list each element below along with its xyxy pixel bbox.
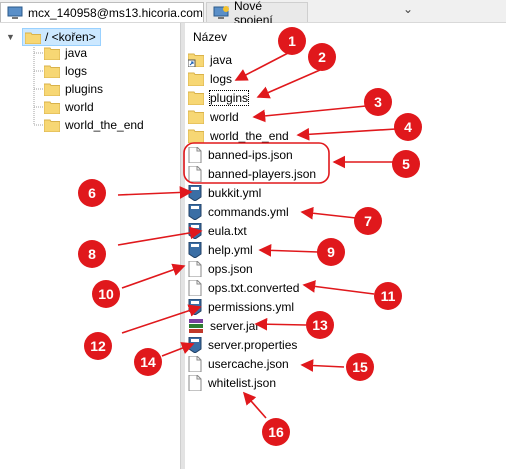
- file-icon: [188, 147, 202, 163]
- tree-item-java[interactable]: java: [44, 44, 87, 62]
- file-row-logs[interactable]: logs: [188, 70, 232, 88]
- file-name: world_the_end: [210, 129, 289, 143]
- folder-icon: [44, 101, 60, 114]
- config-file-icon: [188, 185, 202, 201]
- annotation-badge: 13: [306, 311, 334, 339]
- tree-item-label: java: [65, 46, 88, 60]
- file-row-banned-ips[interactable]: banned-ips.json: [188, 146, 293, 164]
- file-row-whitelist[interactable]: whitelist.json: [188, 374, 276, 392]
- folder-open-icon: [25, 32, 41, 44]
- tab-session-label: mcx_140958@ms13.hicoria.com: [28, 5, 203, 20]
- file-row-eula[interactable]: eula.txt: [188, 222, 247, 240]
- file-name: commands.yml: [208, 205, 289, 219]
- file-name: usercache.json: [208, 357, 289, 371]
- file-icon: [188, 375, 202, 391]
- collapse-icon[interactable]: ▼: [6, 32, 16, 42]
- annotation-badge: 3: [364, 88, 392, 116]
- file-name: logs: [210, 72, 233, 86]
- config-file-icon: [188, 337, 202, 353]
- column-header-name[interactable]: Název: [193, 30, 227, 44]
- file-name: whitelist.json: [208, 376, 277, 390]
- annotation-badge: 14: [134, 348, 162, 376]
- file-list: Název java logs plugins world world_the_…: [185, 23, 506, 469]
- file-name: banned-players.json: [208, 167, 317, 181]
- file-name: eula.txt: [208, 224, 247, 238]
- file-row-server-jar[interactable]: server.jar: [188, 317, 259, 335]
- file-name: world: [210, 110, 239, 124]
- file-name: bukkit.yml: [208, 186, 262, 200]
- config-file-icon: [188, 242, 202, 258]
- annotation-badge: 11: [374, 282, 402, 310]
- annotation-badge: 16: [262, 418, 290, 446]
- annotation-badge: 5: [392, 150, 420, 178]
- file-row-usercache[interactable]: usercache.json: [188, 355, 289, 373]
- tree-root-label: / <kořen>: [45, 30, 96, 44]
- file-row-world[interactable]: world: [188, 108, 239, 126]
- file-row-plugins[interactable]: plugins: [188, 89, 250, 107]
- file-name: plugins: [208, 90, 250, 106]
- config-file-icon: [188, 204, 202, 220]
- file-name: ops.txt.converted: [208, 281, 300, 295]
- folder-icon: [188, 110, 204, 124]
- tree-item-world-the-end[interactable]: world_the_end: [44, 116, 144, 134]
- computer-icon: [7, 6, 23, 20]
- archive-icon: [189, 319, 203, 333]
- folder-icon: [188, 72, 204, 86]
- annotation-badge: 4: [394, 113, 422, 141]
- file-name: server.jar: [210, 319, 260, 333]
- annotation-badge: 6: [78, 179, 106, 207]
- file-name: server.properties: [208, 338, 298, 352]
- folder-icon: [188, 91, 204, 105]
- tree-item-label: world: [65, 100, 94, 114]
- file-name: permissions.yml: [208, 300, 295, 314]
- tree-item-logs[interactable]: logs: [44, 62, 87, 80]
- file-row-server-properties[interactable]: server.properties: [188, 336, 297, 354]
- tree-item-plugins[interactable]: plugins: [44, 80, 103, 98]
- file-icon: [188, 166, 202, 182]
- file-name: ops.json: [208, 262, 253, 276]
- file-row-commands[interactable]: commands.yml: [188, 203, 289, 221]
- folder-icon: [44, 47, 60, 60]
- tree-item-label: logs: [65, 64, 88, 78]
- tab-new-connection[interactable]: Nové spojení: [206, 0, 308, 27]
- tree-item-label: world_the_end: [65, 118, 144, 132]
- folder-icon: [188, 129, 204, 143]
- file-row-world-the-end[interactable]: world_the_end: [188, 127, 289, 145]
- annotation-badge: 7: [354, 207, 382, 235]
- file-icon: [188, 261, 202, 277]
- file-name: banned-ips.json: [208, 148, 293, 162]
- file-row-permissions[interactable]: permissions.yml: [188, 298, 294, 316]
- annotation-badge: 9: [317, 238, 345, 266]
- folder-icon: [44, 119, 60, 132]
- annotation-badge: 12: [84, 332, 112, 360]
- file-row-banned-players[interactable]: banned-players.json: [188, 165, 316, 183]
- file-row-ops[interactable]: ops.json: [188, 260, 253, 278]
- tab-session[interactable]: mcx_140958@ms13.hicoria.com: [0, 2, 204, 22]
- file-row-help[interactable]: help.yml: [188, 241, 253, 259]
- tab-bar: mcx_140958@ms13.hicoria.com Nové spojení…: [0, 0, 506, 27]
- annotation-badge: 2: [308, 43, 336, 71]
- folder-icon: [44, 65, 60, 78]
- annotation-badge: 1: [278, 27, 306, 55]
- annotation-badge: 15: [346, 353, 374, 381]
- chevron-down-icon[interactable]: ⌄: [403, 2, 413, 16]
- file-icon: [188, 280, 202, 296]
- file-icon: [188, 356, 202, 372]
- file-name: java: [210, 53, 233, 67]
- annotation-badge: 8: [78, 240, 106, 268]
- new-connection-icon: [213, 5, 229, 20]
- config-file-icon: [188, 223, 202, 239]
- file-row-ops-converted[interactable]: ops.txt.converted: [188, 279, 299, 297]
- tree-item-label: plugins: [65, 82, 104, 96]
- config-file-icon: [188, 299, 202, 315]
- annotation-badge: 10: [92, 280, 120, 308]
- tree-item-world[interactable]: world: [44, 98, 94, 116]
- folder-shortcut-icon: [188, 53, 204, 67]
- file-row-java[interactable]: java: [188, 51, 232, 69]
- file-name: help.yml: [208, 243, 253, 257]
- folder-icon: [44, 83, 60, 96]
- file-row-bukkit[interactable]: bukkit.yml: [188, 184, 261, 202]
